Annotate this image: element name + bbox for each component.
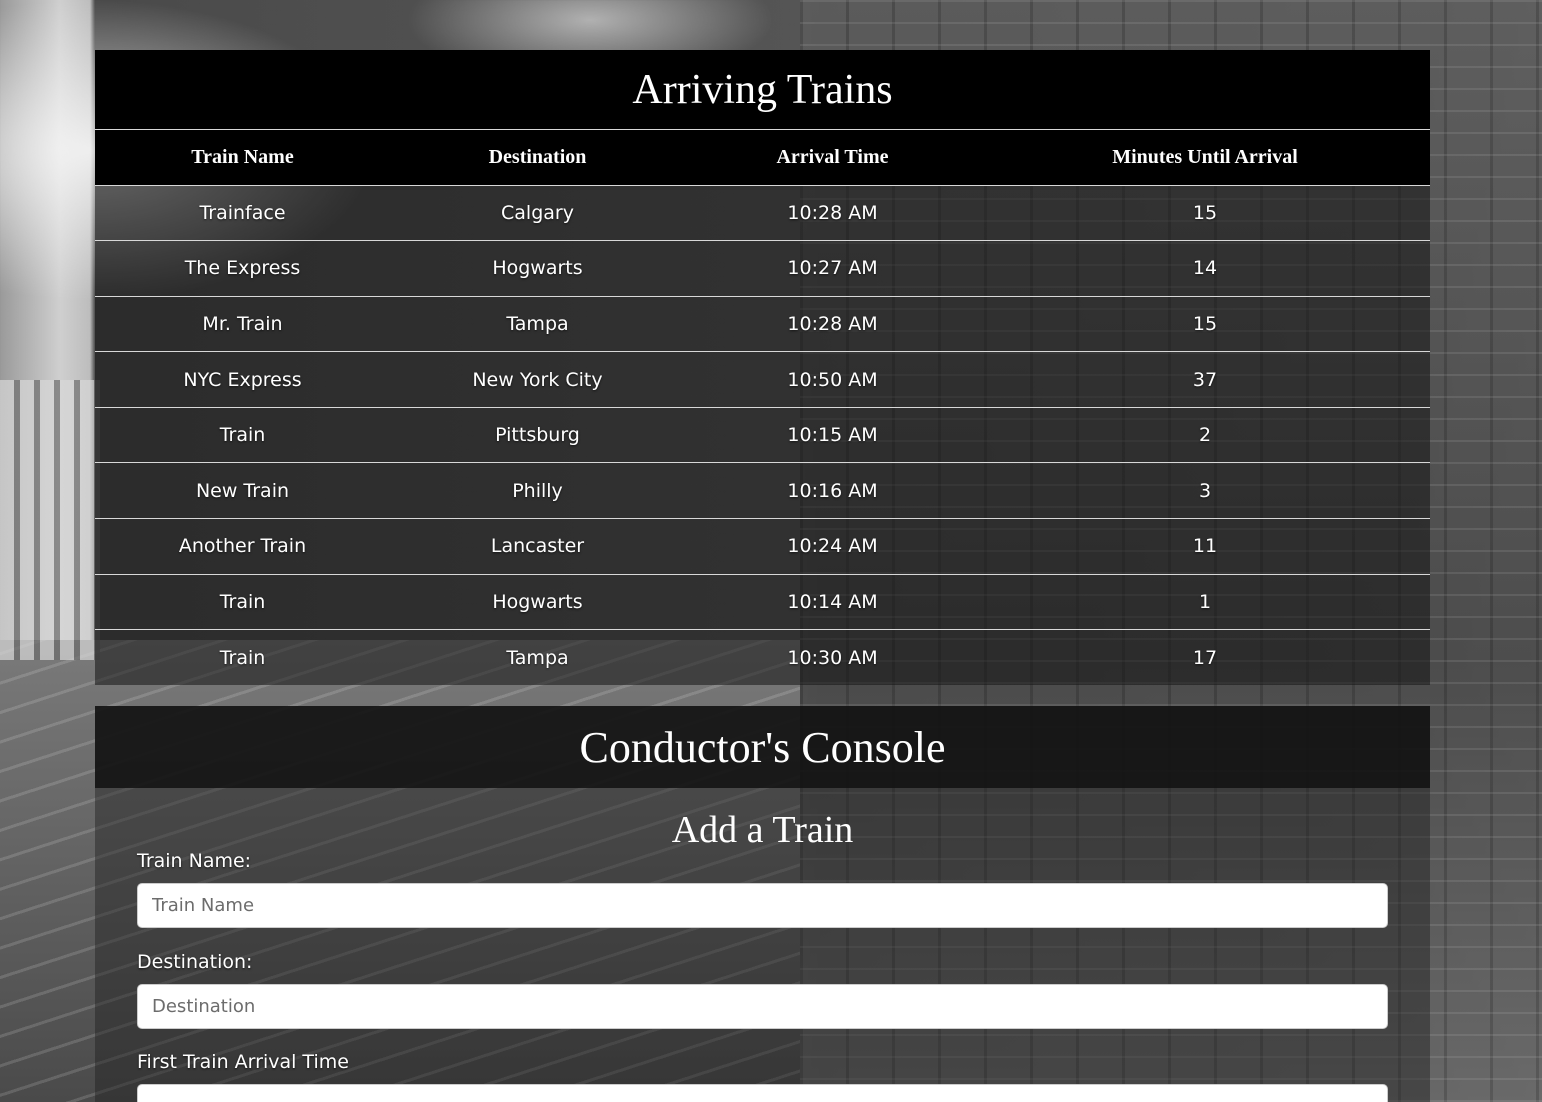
minutes-until-arrival-cell: 11	[980, 518, 1430, 575]
table-row: Another Train Lancaster 10:24 AM 11	[95, 518, 1430, 575]
conductor-console: Conductor's Console Add a Train Train Na…	[95, 706, 1430, 1102]
train-name-cell: Mr. Train	[95, 296, 390, 353]
train-name-input[interactable]	[137, 883, 1388, 928]
table-row: The Express Hogwarts 10:27 AM 14	[95, 240, 1430, 297]
minutes-until-arrival-cell: 14	[980, 240, 1430, 297]
destination-cell: Tampa	[506, 646, 569, 669]
minutes-until-arrival-cell: 2	[980, 407, 1430, 464]
train-name-label: Train Name:	[137, 850, 252, 872]
arrival-time-cell: 10:27 AM	[685, 240, 980, 297]
table-header-row: Train Name Destination Arrival Time Minu…	[95, 130, 1430, 186]
minutes-until-arrival-cell: 3	[980, 462, 1430, 520]
first-train-arrival-time-label: First Train Arrival Time	[137, 1051, 349, 1073]
arriving-trains-table: Train Name Destination Arrival Time Minu…	[95, 130, 1430, 686]
minutes-until-arrival-cell: 1	[980, 574, 1430, 631]
destination-cell: New York City	[390, 351, 685, 408]
arriving-trains-title: Arriving Trains	[95, 50, 1430, 130]
arrival-time-cell: 10:16 AM	[685, 462, 980, 520]
destination-cell: Hogwarts	[390, 574, 685, 631]
arrival-time-cell: 10:24 AM	[685, 518, 980, 575]
train-name-cell: Trainface	[95, 185, 390, 242]
form-title: Add a Train	[671, 809, 854, 851]
arrival-time-cell: 10:50 AM	[685, 351, 980, 408]
add-train-form: Add a Train Train Name: Destination: Fir…	[95, 788, 1430, 1102]
arrival-time-cell: 10:15 AM	[685, 407, 980, 464]
destination-cell: Calgary	[390, 185, 685, 242]
arrival-time-cell: 10:28 AM	[685, 296, 980, 353]
column-header-arrival-time: Arrival Time	[685, 130, 980, 186]
train-name-cell: NYC Express	[95, 351, 390, 408]
destination-cell: Philly	[390, 462, 685, 520]
minutes-until-arrival-cell: 15	[980, 185, 1430, 242]
train-name-cell: Train	[95, 574, 390, 631]
train-name-cell: Train	[95, 407, 390, 464]
destination-cell: Pittsburg	[390, 407, 685, 464]
table-row: Train Tampa 10:30 AM 17	[95, 629, 1430, 686]
arrival-time-cell: 10:28 AM	[685, 185, 980, 242]
console-title: Conductor's Console	[95, 706, 1430, 788]
arrival-time-cell: 10:14 AM	[685, 574, 980, 631]
train-name-cell: The Express	[95, 240, 390, 297]
minutes-until-arrival-cell: 37	[980, 351, 1430, 408]
column-header-minutes-until-arrival: Minutes Until Arrival	[980, 130, 1430, 186]
destination-input[interactable]	[137, 984, 1388, 1029]
destination-label: Destination:	[137, 951, 253, 973]
destination-cell: Lancaster	[390, 518, 685, 575]
table-row: NYC Express New York City 10:50 AM 37	[95, 351, 1430, 408]
table-row: Trainface Calgary 10:28 AM 15	[95, 185, 1430, 242]
destination-cell: Tampa	[390, 296, 685, 353]
table-row: Train Hogwarts 10:14 AM 1	[95, 574, 1430, 631]
destination-cell: Hogwarts	[390, 240, 685, 297]
table-row: New Train Philly 10:16 AM 3	[95, 462, 1430, 520]
arrival-time-cell: 10:30 AM	[787, 646, 878, 669]
column-header-train-name: Train Name	[95, 130, 390, 186]
background-train-car	[0, 380, 100, 660]
minutes-until-arrival-cell: 17	[1192, 646, 1218, 669]
table-row: Mr. Train Tampa 10:28 AM 15	[95, 296, 1430, 353]
train-name-cell: Train	[219, 646, 266, 669]
column-header-destination: Destination	[390, 130, 685, 186]
train-name-cell: Another Train	[95, 518, 390, 575]
minutes-until-arrival-cell: 15	[980, 296, 1430, 353]
table-row: Train Pittsburg 10:15 AM 2	[95, 407, 1430, 464]
train-name-cell: New Train	[95, 462, 390, 520]
main-container: Arriving Trains Train Name Destination A…	[95, 50, 1430, 1102]
first-train-arrival-time-input[interactable]	[137, 1084, 1388, 1102]
